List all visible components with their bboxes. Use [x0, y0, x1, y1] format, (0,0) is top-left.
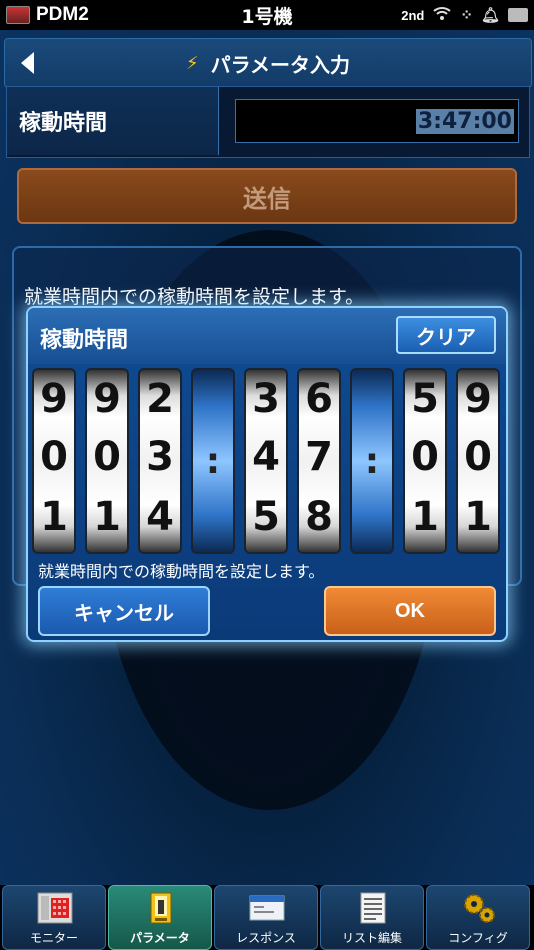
gears-icon [464, 894, 495, 923]
digit-above: 6 [305, 376, 333, 422]
status-indicator: 2nd [401, 7, 425, 23]
header-bar: ⚡︎ パラメータ入力 [4, 38, 532, 88]
list-document-icon [360, 892, 386, 924]
digit-drum[interactable]: 9 0 1 [85, 368, 129, 554]
digit-above: 3 [252, 376, 280, 422]
digit-above: 5 [411, 376, 439, 422]
nav-monitor[interactable]: モニター [2, 885, 106, 950]
description-text: 就業時間内での稼動時間を設定します。 [24, 286, 365, 308]
parameter-label: 稼動時間 [7, 87, 219, 155]
parameter-icon [150, 892, 172, 924]
monitor-icon [37, 892, 73, 924]
time-input-dialog: 稼動時間 クリア 9 0 1 9 0 1 2 3 4 : 3 4 5 6 7 8… [26, 306, 508, 642]
digit-drum[interactable]: 6 7 8 [297, 368, 341, 554]
app-icon [6, 6, 30, 24]
digit-above: 9 [464, 376, 492, 422]
digit-current: 7 [305, 434, 333, 480]
page-title: パラメータ入力 [210, 52, 351, 77]
wifi-icon [432, 5, 452, 25]
digit-drum[interactable]: 9 0 1 [456, 368, 500, 554]
nav-label: コンフィグ [448, 931, 508, 945]
page-title-wrap: ⚡︎ パラメータ入力 [186, 49, 350, 78]
dialog-title: 稼動時間 [40, 328, 129, 353]
digit-below: 4 [146, 494, 174, 540]
digit-drum[interactable]: 9 0 1 [32, 368, 76, 554]
digit-drum[interactable]: 2 3 4 [138, 368, 182, 554]
parameter-value-field[interactable]: 3:47:00 [235, 99, 519, 143]
digit-below: 8 [305, 494, 333, 540]
nav-response[interactable]: レスポンス [214, 885, 318, 950]
back-arrow-icon [20, 52, 34, 74]
digit-drum[interactable]: 3 4 5 [244, 368, 288, 554]
nav-label: モニター [29, 931, 78, 945]
dialog-description: 就業時間内での稼動時間を設定します。 [38, 562, 325, 581]
digit-below: 1 [40, 494, 68, 540]
digit-current: 0 [40, 434, 68, 480]
dialog-header: 稼動時間 クリア [28, 308, 506, 364]
digit-current: 4 [252, 434, 280, 480]
digit-below: 1 [411, 494, 439, 540]
dots-icon: ⁘ [460, 7, 473, 24]
colon-symbol: : [205, 440, 221, 482]
nav-label: レスポンス [236, 931, 296, 945]
nav-label: リスト編集 [341, 931, 402, 945]
digit-below: 1 [93, 494, 121, 540]
send-button[interactable]: 送信 [17, 168, 517, 224]
lightning-icon: ⚡︎ [185, 52, 199, 74]
bell-icon: 🔔︎ [480, 7, 500, 24]
colon-symbol: : [364, 440, 380, 482]
response-window-icon [249, 895, 285, 921]
back-button[interactable] [15, 47, 39, 79]
status-app-name: PDM2 [36, 4, 89, 25]
nav-label: パラメータ [130, 931, 190, 945]
digit-below: 1 [464, 494, 492, 540]
digit-current: 0 [411, 434, 439, 480]
digit-current: 3 [146, 434, 174, 480]
nav-parameter[interactable]: パラメータ [108, 885, 212, 950]
digit-current: 0 [93, 434, 121, 480]
nav-config[interactable]: コンフィグ [426, 885, 530, 950]
bottom-navigation: モニター パラメータ レスポンス リスト編集 コンフィグ [0, 885, 534, 950]
digit-above: 9 [40, 376, 68, 422]
digit-drums: 9 0 1 9 0 1 2 3 4 : 3 4 5 6 7 8: 5 0 1 … [32, 368, 506, 556]
parameter-value: 3:47:00 [415, 108, 514, 134]
digit-current: 0 [464, 434, 492, 480]
cancel-button[interactable]: キャンセル [38, 586, 210, 636]
main-screen: ⚡︎ パラメータ入力 稼動時間 3:47:00 送信 就業時間内での稼動時間を設… [0, 30, 534, 885]
status-icons: 2nd ⁘ 🔔︎ [401, 0, 528, 30]
ok-button[interactable]: OK [324, 586, 496, 636]
status-bar: PDM2 1号機 2nd ⁘ 🔔︎ [0, 0, 534, 30]
digit-above: 2 [146, 376, 174, 422]
parameter-row: 稼動時間 3:47:00 [6, 86, 530, 158]
digit-drum[interactable]: 5 0 1 [403, 368, 447, 554]
nav-list-edit[interactable]: リスト編集 [320, 885, 424, 950]
digit-above: 9 [93, 376, 121, 422]
clear-button[interactable]: クリア [396, 316, 496, 354]
time-separator: : [350, 368, 394, 554]
digit-below: 5 [252, 494, 280, 540]
battery-icon [508, 8, 528, 22]
time-separator: : [191, 368, 235, 554]
